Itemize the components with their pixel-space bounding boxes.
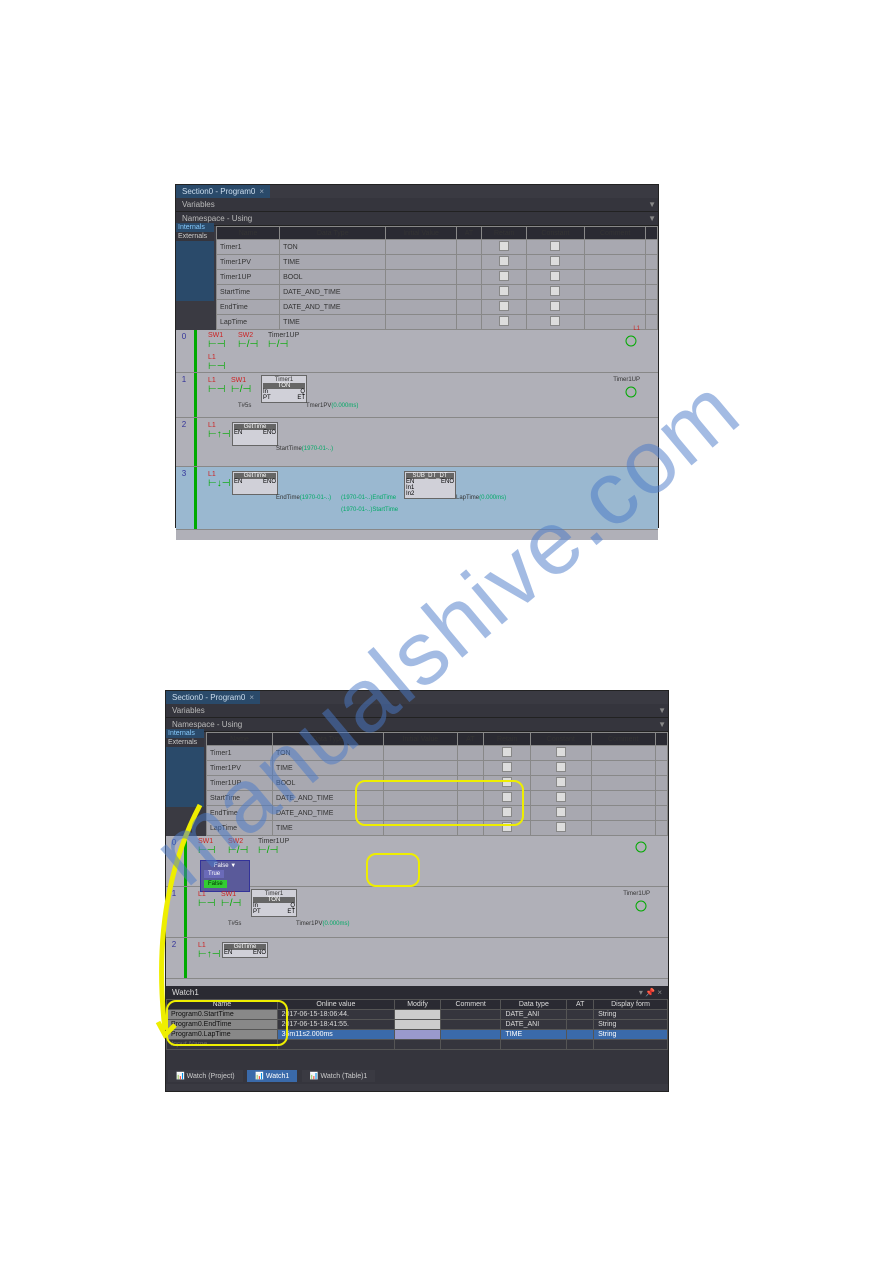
block-sub[interactable]: SUB_DT_DT ENENO In1 In2 xyxy=(404,471,456,499)
internals-tab[interactable]: Internals xyxy=(166,729,204,738)
true-button[interactable]: True xyxy=(204,870,224,878)
table-row: Timer1UPBOOL xyxy=(217,270,658,285)
block-ton[interactable]: Timer1 TON InQ PTET xyxy=(261,375,307,403)
contact-sw1[interactable]: SW1⊢/⊣ xyxy=(221,891,241,909)
contact-sw2[interactable]: SW2⊢/⊣ xyxy=(238,332,258,350)
block-gettime[interactable]: GetTime ENENO xyxy=(222,942,268,958)
watch-row: Input Name... xyxy=(167,1040,668,1050)
tab-section0[interactable]: Section0 - Program0× xyxy=(176,185,270,198)
close-icon[interactable]: × xyxy=(259,187,264,196)
watch-panel: Watch1 ▾ 📌 × NameOnline valueModifyCommen… xyxy=(166,986,668,1084)
contact-l1[interactable]: L1⊢↑⊣ xyxy=(208,422,230,440)
close-icon[interactable]: × xyxy=(249,693,254,702)
block-gettime[interactable]: GetTime ENENO xyxy=(232,471,278,495)
table-row: StartTimeDATE_AND_TIME xyxy=(207,791,668,806)
watch-row: Program0.LapTime35m11s2.000msTIMEString xyxy=(167,1030,668,1040)
tab-watch-project[interactable]: 📊 Watch (Project) xyxy=(168,1070,243,1082)
variables-header[interactable]: Variables▼ xyxy=(176,198,658,212)
table-row: LapTimeTIME xyxy=(207,821,668,836)
externals-tab[interactable]: Externals xyxy=(166,738,204,747)
ladder-editor[interactable]: 0 SW1⊢⊣ SW2⊢/⊣ Timer1UP⊢/⊣ L1⊢⊣ L1 1 L1⊢… xyxy=(176,330,658,540)
rung-number: 0 xyxy=(178,332,190,341)
externals-tab[interactable]: Externals xyxy=(176,232,214,241)
contact-timer1up[interactable]: Timer1UP⊢/⊣ xyxy=(268,332,299,350)
coil-timer1up[interactable] xyxy=(624,385,638,399)
ladder-editor[interactable]: 0 SW1⊢⊣ SW2⊢/⊣ Timer1UP⊢/⊣ False ▼ TrueF… xyxy=(166,836,668,986)
contact-sw1[interactable]: SW1⊢⊣ xyxy=(198,838,215,856)
tab-watch1[interactable]: 📊 Watch1 xyxy=(247,1070,297,1082)
watch-row: Program0.EndTime2017-06-15-18:41:55.DATE… xyxy=(167,1020,668,1030)
namespace-header[interactable]: Namespace - Using▼ xyxy=(176,212,658,226)
variables-table[interactable]: NameData TypeInitial ValueATRetainConsta… xyxy=(216,226,658,330)
contact-l1[interactable]: L1⊢↓⊣ xyxy=(208,471,230,489)
block-gettime[interactable]: GetTime ENENO xyxy=(232,422,278,446)
block-ton[interactable]: Timer1 TON InQ PTET xyxy=(251,889,297,917)
watch-table[interactable]: NameOnline valueModifyCommentData typeAT… xyxy=(166,999,668,1050)
table-row: Timer1TON xyxy=(207,746,668,761)
table-row: LapTimeTIME xyxy=(217,315,658,330)
table-row: Timer1PVTIME xyxy=(217,255,658,270)
table-row: Timer1TON xyxy=(217,240,658,255)
namespace-header[interactable]: Namespace - Using▼ xyxy=(166,718,668,732)
contact-sw1[interactable]: SW1⊢⊣ xyxy=(208,332,225,350)
tab-watch-table1[interactable]: 📊 Watch (Table)1 xyxy=(302,1070,375,1082)
contact-timer1up[interactable]: Timer1UP⊢/⊣ xyxy=(258,838,289,856)
watch-row: Program0.StartTime2017-06-15-18:06:44.DA… xyxy=(167,1010,668,1020)
contact-l1[interactable]: L1⊢⊣ xyxy=(198,891,215,909)
coil-l1[interactable] xyxy=(634,840,648,854)
contact-sw2[interactable]: SW2⊢/⊣ xyxy=(228,838,248,856)
contact-l1[interactable]: L1⊢⊣ xyxy=(208,377,225,395)
variables-table[interactable]: NameData TypeInitial ValueATRetainConsta… xyxy=(206,732,668,836)
table-row: Timer1UPBOOL xyxy=(207,776,668,791)
table-row: Timer1PVTIME xyxy=(207,761,668,776)
pin-icon[interactable]: ▾ 📌 × xyxy=(639,988,662,997)
coil-timer1up[interactable] xyxy=(634,899,648,913)
table-row: EndTimeDATE_AND_TIME xyxy=(207,806,668,821)
editor-panel-1: Section0 - Program0× Variables▼ Namespac… xyxy=(175,184,659,528)
coil-l1[interactable] xyxy=(624,334,638,348)
variables-header[interactable]: Variables▼ xyxy=(166,704,668,718)
contact-sw1[interactable]: SW1⊢/⊣ xyxy=(231,377,251,395)
table-row: EndTimeDATE_AND_TIME xyxy=(217,300,658,315)
contact-l1[interactable]: L1⊢↑⊣ xyxy=(198,942,220,960)
contact-l1[interactable]: L1⊢⊣ xyxy=(208,354,225,372)
editor-panel-2: Section0 - Program0× Variables▼ Namespac… xyxy=(165,690,669,1092)
table-row: StartTimeDATE_AND_TIME xyxy=(217,285,658,300)
tab-section0[interactable]: Section0 - Program0× xyxy=(166,691,260,704)
watch-title: Watch1 xyxy=(172,988,199,997)
watch-tabs: 📊 Watch (Project) 📊 Watch1 📊 Watch (Tabl… xyxy=(166,1068,668,1084)
internals-tab[interactable]: Internals xyxy=(176,223,214,232)
